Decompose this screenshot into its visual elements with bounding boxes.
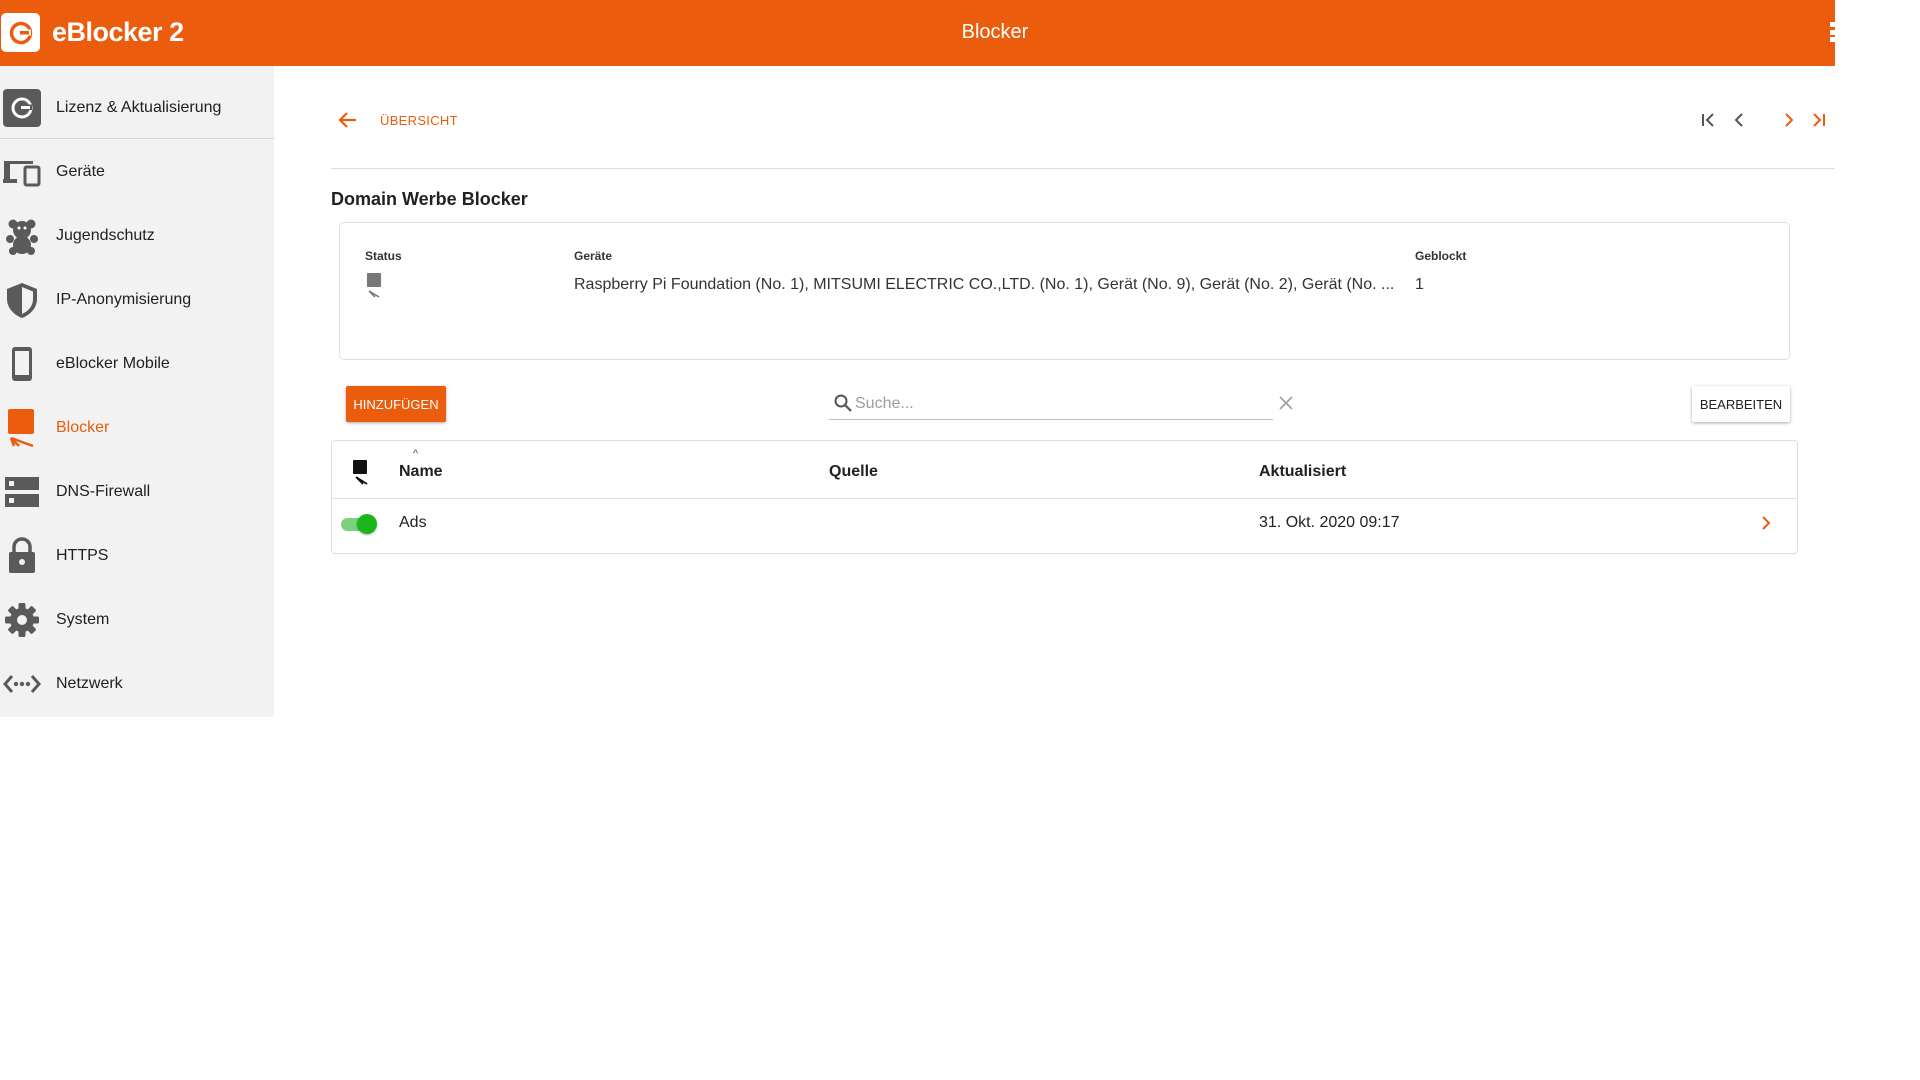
column-header-name[interactable]: Name bbox=[399, 463, 443, 481]
add-button[interactable]: HINZUFÜGEN bbox=[346, 386, 446, 422]
column-header-updated[interactable]: Aktualisiert bbox=[1259, 463, 1346, 481]
phone-icon bbox=[2, 344, 42, 384]
status-label: Status bbox=[365, 249, 402, 263]
next-page-icon[interactable] bbox=[1777, 108, 1801, 132]
header-divider bbox=[331, 168, 1835, 169]
devices-value: Raspberry Pi Foundation (No. 1), MITSUMI… bbox=[574, 276, 1395, 293]
shield-icon bbox=[2, 280, 42, 320]
blocker-table: ^ Name Quelle Aktualisiert Ads 31. Okt. … bbox=[331, 440, 1798, 554]
row-name: Ads bbox=[399, 514, 427, 531]
page-title: Blocker bbox=[961, 21, 1029, 43]
sidebar-item-label: Blocker bbox=[56, 419, 110, 436]
sidebar-item-label: IP-Anonymisierung bbox=[56, 291, 192, 308]
app-header: eBlocker 2 Blocker bbox=[0, 0, 1835, 66]
blocked-value: 1 bbox=[1415, 276, 1424, 293]
search-icon bbox=[833, 393, 853, 413]
devices-icon bbox=[2, 152, 42, 192]
prev-page-icon[interactable] bbox=[1727, 108, 1751, 132]
sidebar: Lizenz & Aktualisierung Geräte Jugendsch… bbox=[0, 66, 274, 717]
enabled-toggle[interactable] bbox=[341, 514, 377, 534]
devices-label: Geräte bbox=[574, 249, 613, 263]
sidebar-item-https[interactable]: HTTPS bbox=[0, 524, 274, 588]
sidebar-item-label: HTTPS bbox=[56, 547, 109, 564]
sidebar-item-blocker[interactable]: Blocker bbox=[0, 396, 274, 460]
overview-link[interactable]: ÜBERSICHT bbox=[380, 113, 458, 128]
row-divider bbox=[332, 498, 1797, 499]
refresh-icon bbox=[2, 88, 42, 128]
toggle-knob bbox=[357, 514, 377, 534]
sidebar-item-label: Jugendschutz bbox=[56, 227, 155, 244]
sidebar-item-mobile[interactable]: eBlocker Mobile bbox=[0, 332, 274, 396]
lock-icon bbox=[2, 536, 42, 576]
close-icon[interactable] bbox=[1275, 392, 1297, 414]
sidebar-item-label: Geräte bbox=[56, 163, 105, 180]
last-page-icon[interactable] bbox=[1807, 108, 1831, 132]
back-arrow-icon[interactable] bbox=[336, 108, 360, 132]
sidebar-divider bbox=[0, 138, 274, 139]
blocker-info-card: Status Geräte Raspberry Pi Foundation (N… bbox=[339, 222, 1790, 360]
sidebar-item-label: eBlocker Mobile bbox=[56, 355, 170, 372]
sidebar-item-license[interactable]: Lizenz & Aktualisierung bbox=[0, 76, 274, 140]
first-page-icon[interactable] bbox=[1697, 108, 1721, 132]
sort-ascending-icon: ^ bbox=[413, 448, 419, 460]
sidebar-item-devices[interactable]: Geräte bbox=[0, 140, 274, 204]
blocker-status-icon bbox=[365, 272, 385, 300]
blocker-icon bbox=[2, 408, 42, 448]
section-title: Domain Werbe Blocker bbox=[331, 189, 528, 209]
search-field bbox=[829, 390, 1273, 420]
search-input[interactable] bbox=[855, 392, 1255, 416]
sidebar-item-label: Netzwerk bbox=[56, 675, 123, 692]
teddy-bear-icon bbox=[2, 216, 42, 256]
sidebar-item-label: System bbox=[56, 611, 110, 628]
gear-icon bbox=[2, 600, 42, 640]
server-icon bbox=[2, 472, 42, 512]
sidebar-item-system[interactable]: System bbox=[0, 588, 274, 652]
network-icon bbox=[2, 664, 42, 704]
sidebar-item-dns-firewall[interactable]: DNS-Firewall bbox=[0, 460, 274, 524]
column-header-source[interactable]: Quelle bbox=[829, 463, 878, 481]
blocker-column-icon bbox=[351, 459, 371, 487]
row-updated: 31. Okt. 2020 09:17 bbox=[1259, 514, 1400, 531]
edit-button[interactable]: BEARBEITEN bbox=[1692, 386, 1790, 422]
sidebar-item-parental-control[interactable]: Jugendschutz bbox=[0, 204, 274, 268]
sidebar-item-label: DNS-Firewall bbox=[56, 483, 151, 500]
blocked-label: Geblockt bbox=[1415, 249, 1467, 263]
sidebar-item-ip-anonymization[interactable]: IP-Anonymisierung bbox=[0, 268, 274, 332]
chevron-right-icon[interactable] bbox=[1756, 513, 1776, 533]
sidebar-item-network[interactable]: Netzwerk bbox=[0, 652, 274, 716]
sidebar-item-label: Lizenz & Aktualisierung bbox=[56, 99, 222, 116]
more-vert-icon[interactable] bbox=[1830, 22, 1835, 42]
